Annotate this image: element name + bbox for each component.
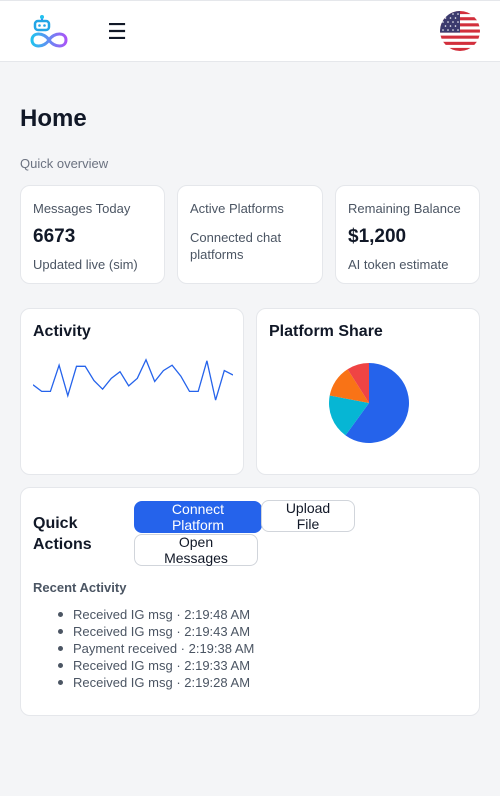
list-item: Received IG msg · 2:19:43 AM	[57, 623, 254, 640]
platform-share-title: Platform Share	[269, 323, 383, 340]
robot-infinity-logo-icon[interactable]	[27, 14, 71, 50]
quick-actions-title: Quick Actions	[33, 515, 92, 553]
quick-actions-card: Quick Actions Connect Platform Upload Fi…	[20, 487, 480, 716]
top-bar: ☰	[0, 0, 500, 62]
activity-card: Activity	[20, 308, 244, 475]
menu-icon[interactable]: ☰	[105, 19, 129, 45]
stat-note: AI token estimate	[348, 257, 449, 272]
upload-file-button[interactable]: Upload File	[261, 500, 355, 532]
stat-note: Connected chat platforms	[190, 230, 282, 262]
platform-share-card: Platform Share	[256, 308, 480, 475]
page-title: Home	[20, 105, 87, 132]
stat-label: Messages Today	[33, 201, 131, 216]
list-item: Received IG msg · 2:19:48 AM	[57, 606, 254, 623]
stat-value: $1,200	[348, 226, 407, 247]
us-flag-icon[interactable]	[440, 11, 480, 51]
stat-label: Remaining Balance	[348, 201, 461, 216]
stat-value: 6673	[33, 226, 76, 247]
open-messages-button[interactable]: Open Messages	[134, 534, 258, 566]
activity-sparkline	[33, 358, 233, 401]
recent-activity-list: Received IG msg · 2:19:48 AM Received IG…	[57, 606, 255, 691]
activity-title: Activity	[33, 323, 91, 340]
recent-activity-title: Recent Activity	[33, 580, 127, 595]
list-item: Payment received · 2:19:38 AM	[57, 641, 255, 656]
list-item: Received IG msg · 2:19:28 AM	[57, 674, 254, 691]
stat-card-balance: Remaining Balance $1,200 AI token estima…	[335, 185, 480, 284]
section-subtitle: Quick overview	[20, 156, 109, 171]
platform-share-pie	[329, 363, 410, 443]
list-item: Received IG msg · 2:19:33 AM	[57, 657, 254, 674]
connect-platform-button[interactable]: Connect Platform	[134, 501, 262, 533]
stat-note: Updated live (sim)	[33, 257, 138, 272]
stat-card-platforms: Active Platforms Connected chat platform…	[177, 185, 323, 284]
stat-card-messages: Messages Today 6673 Updated live (sim)	[20, 185, 165, 284]
activity-line	[33, 358, 233, 401]
stat-label: Active Platforms	[190, 201, 284, 216]
